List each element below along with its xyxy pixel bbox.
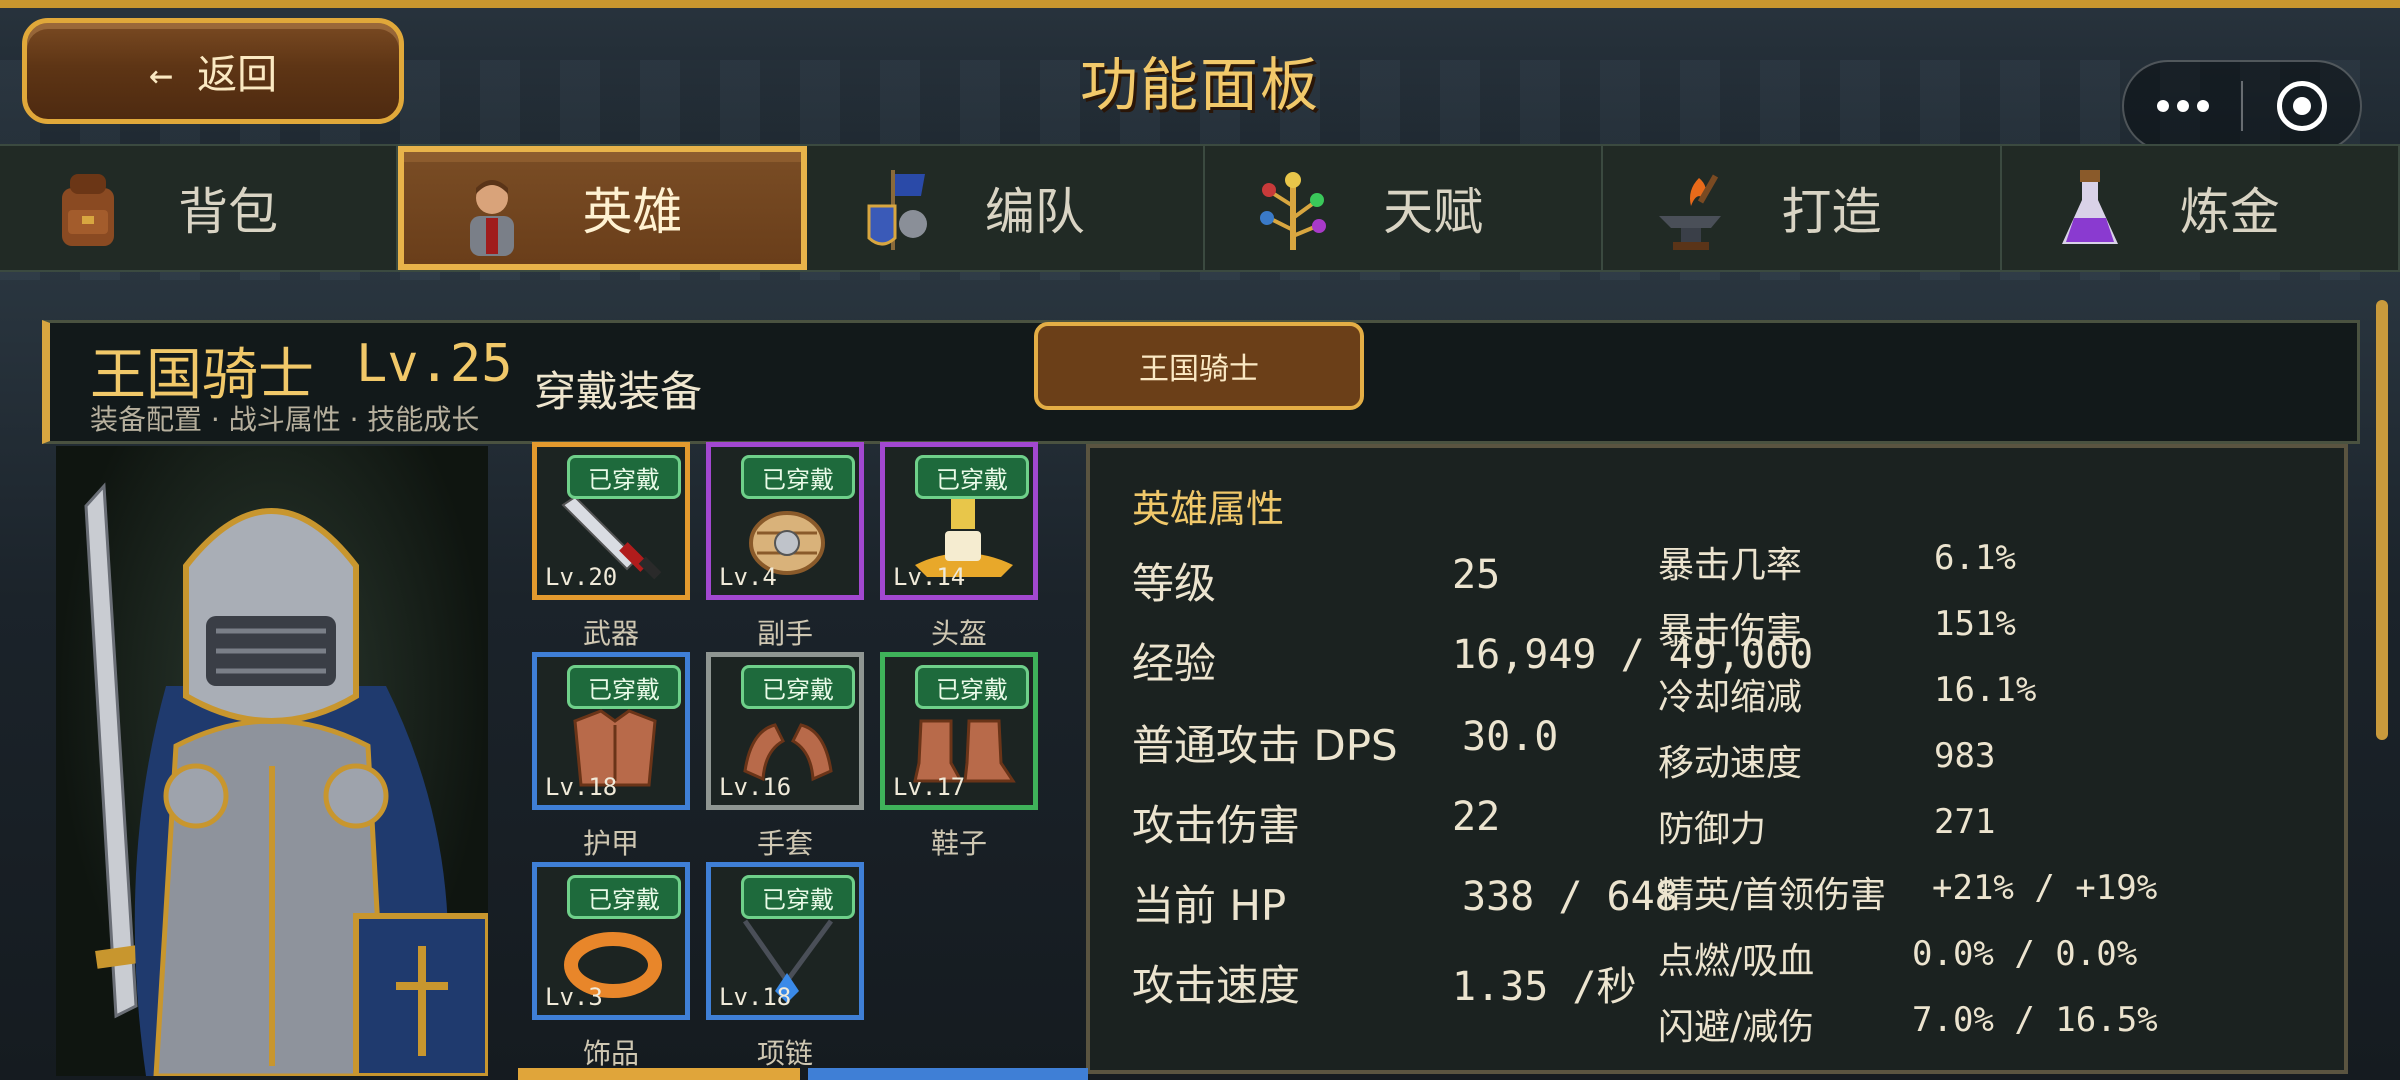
more-dot-icon [2176,100,2189,112]
stat-label: 精英/首领伤害 [1658,875,1887,916]
equipment-section-title: 穿戴装备 [534,367,703,416]
more-menu-button[interactable] [2124,62,2241,150]
equipped-badge: 已穿戴 [741,665,855,709]
tab-backpack[interactable]: 背包 [0,146,399,270]
anvil-icon [1659,174,1722,250]
stat-value: 1.35 /秒 [1452,964,1637,1010]
bottom-tab-indicator [518,1068,800,1080]
item-level: Lv.17 [893,773,966,801]
tab-label: 炼金 [2179,183,2280,241]
item-level: Lv.14 [893,563,966,591]
tab-label: 打造 [1781,183,1882,241]
item-level: Lv.20 [545,563,618,591]
miniprogram-capsule [2122,60,2362,152]
slot-label: 头盔 [930,617,987,650]
equip-slot-trinket[interactable]: 已穿戴 Lv.3 [532,862,690,1020]
knight-illustration [84,482,488,1076]
equip-slot-armor[interactable]: 已穿戴 Lv.18 [532,652,690,810]
stat-value: 25 [1452,552,1501,598]
item-level: Lv.3 [545,983,603,1011]
backpack-icon [62,174,114,246]
equipped-badge: 已穿戴 [741,455,855,499]
tab-hero[interactable]: 英雄 [398,146,807,270]
bottom-tab-indicator [808,1068,1088,1080]
hero-portrait [56,446,488,1076]
equip-slot-boots[interactable]: 已穿戴 Lv.17 [880,652,1038,810]
item-level: Lv.18 [545,773,618,801]
slot-label: 护甲 [582,827,639,860]
tab-bar: 背包 英雄 编队 天赋 打造 炼金 [0,144,2400,272]
equip-slot-weapon[interactable]: 已穿戴 Lv.20 [532,442,690,600]
equipped-badge: 已穿戴 [915,665,1029,709]
stat-label: 暴击几率 [1658,545,1803,586]
stat-value: 151% [1934,604,2016,644]
slot-label: 副手 [756,617,813,650]
equipped-badge: 已穿戴 [567,875,681,919]
stat-label: 经验 [1132,639,1217,688]
equipped-badge: 已穿戴 [741,875,855,919]
stat-label: 防御力 [1658,809,1767,850]
stat-label: 当前 HP [1132,881,1287,930]
tab-alchemy[interactable]: 炼金 [2002,146,2400,270]
more-dot-icon [2196,100,2209,112]
scrollbar[interactable] [2376,300,2388,740]
item-level: Lv.16 [719,773,792,801]
equip-slot-offhand[interactable]: 已穿戴 Lv.4 [706,442,864,600]
close-miniprogram-button[interactable] [2243,62,2360,150]
stat-label: 等级 [1132,559,1217,608]
hero-icon [470,180,515,256]
stat-value: 0.0% / 0.0% [1912,934,2138,974]
item-level: Lv.18 [719,983,792,1011]
tab-formation[interactable]: 编队 [807,146,1205,270]
equipped-badge: 已穿戴 [567,455,681,499]
stat-value: 6.1% [1934,538,2016,578]
stat-value: 338 / 648 [1462,874,1679,920]
target-icon [2276,81,2327,131]
stat-value: 30.0 [1462,714,1559,760]
stat-label: 暴击伤害 [1658,611,1803,652]
tab-label: 天赋 [1383,183,1484,241]
stat-label: 普通攻击 DPS [1132,721,1398,770]
formation-icon [867,170,927,250]
stat-label: 冷却缩减 [1658,677,1803,718]
slot-label: 鞋子 [930,827,987,860]
hero-level: Lv.25 [356,334,513,394]
page-title: 功能面板 [1079,51,1320,119]
hero-subtitle: 装备配置 · 战斗属性 · 技能成长 [90,403,480,436]
stat-value: 7.0% / 16.5% [1912,1000,2158,1040]
slot-label: 手套 [756,827,813,860]
equipped-badge: 已穿戴 [567,665,681,709]
stat-label: 攻击速度 [1132,961,1301,1010]
equip-slot-necklace[interactable]: 已穿戴 Lv.18 [706,862,864,1020]
stat-value: 271 [1934,802,1996,842]
stat-label: 攻击伤害 [1132,801,1301,850]
stat-label: 闪避/减伤 [1658,1007,1815,1048]
stat-value: 983 [1934,736,1996,776]
tab-label: 编队 [984,183,1085,241]
hero-class-button[interactable]: 王国骑士 [1034,322,1364,410]
top-accent-line [0,0,2400,8]
stat-value: 22 [1452,794,1501,840]
equip-slot-gloves[interactable]: 已穿戴 Lv.16 [706,652,864,810]
equipped-badge: 已穿戴 [915,455,1029,499]
slot-label: 项链 [756,1037,813,1070]
talent-tree-icon [1259,172,1326,250]
slot-label: 武器 [582,617,639,650]
tab-label: 英雄 [582,183,683,241]
potion-icon [2061,170,2118,244]
item-level: Lv.4 [719,563,777,591]
tab-label: 背包 [178,183,279,241]
stat-label: 点燃/吸血 [1658,941,1815,982]
tab-talent[interactable]: 天赋 [1205,146,1604,270]
stat-label: 移动速度 [1658,743,1803,784]
stat-value: 16.1% [1934,670,2037,710]
stats-title: 英雄属性 [1132,487,1285,531]
stat-value: +21% / +19% [1932,868,2158,908]
tab-forge[interactable]: 打造 [1603,146,2002,270]
more-dot-icon [2156,100,2169,112]
slot-label: 饰品 [582,1037,639,1070]
equip-slot-helmet[interactable]: 已穿戴 Lv.14 [880,442,1038,600]
